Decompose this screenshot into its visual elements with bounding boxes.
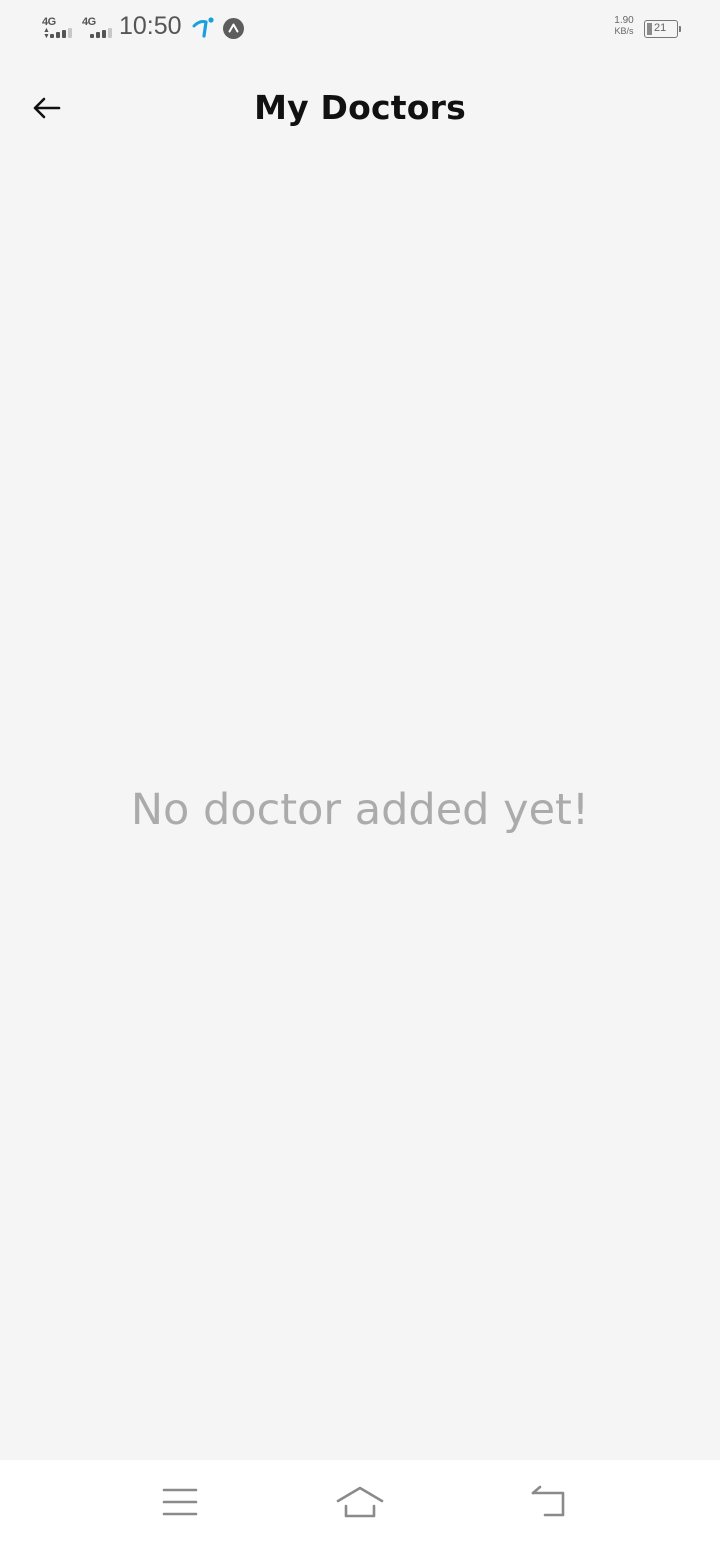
- status-time: 10:50: [119, 12, 182, 40]
- recent-apps-button[interactable]: [150, 1480, 210, 1524]
- sim2-network-type: 4G: [82, 16, 96, 28]
- home-icon: [336, 1486, 384, 1518]
- status-bar: 4G ▲ ▼ 4G 10:50 1.90 KB/s 21: [0, 0, 720, 58]
- system-back-button[interactable]: [518, 1480, 578, 1524]
- network-speed-value: 1.90: [614, 15, 634, 26]
- home-button[interactable]: [330, 1480, 390, 1524]
- back-icon: [531, 1485, 565, 1517]
- sim1-signal-icon: 4G ▲ ▼: [42, 16, 76, 40]
- menu-icon: [162, 1488, 198, 1516]
- battery-level: 21: [654, 22, 667, 34]
- data-activity-icon: ▲ ▼: [43, 27, 50, 40]
- battery-icon: 21: [644, 20, 681, 38]
- network-speed-unit: KB/s: [614, 26, 634, 36]
- carrier-icon: [192, 17, 214, 38]
- page-title: My Doctors: [254, 88, 466, 127]
- network-speed: 1.90 KB/s: [608, 15, 640, 37]
- empty-state-message: No doctor added yet!: [130, 785, 590, 835]
- app-notification-icon: [223, 18, 244, 39]
- sim2-signal-icon: 4G: [82, 16, 116, 40]
- system-nav-bar: [0, 1460, 720, 1544]
